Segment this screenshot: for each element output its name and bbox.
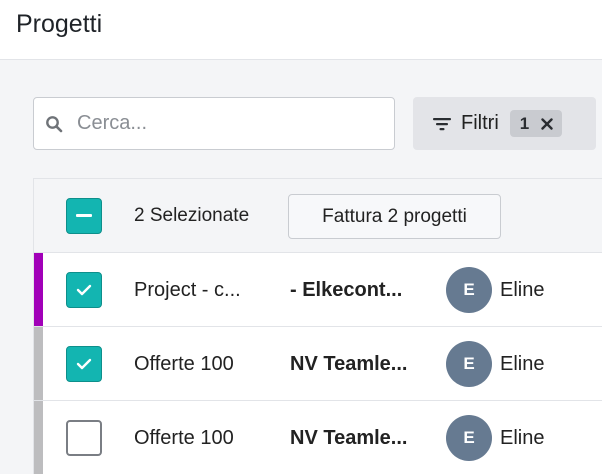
filter-icon [432,116,452,132]
project-name[interactable]: Project - c... [134,279,241,302]
table-row[interactable]: Offerte 100 NV Teamle... E Eline [34,327,602,401]
project-name[interactable]: Offerte 100 [134,353,234,376]
page-title: Progetti [16,10,103,38]
filters-label: Filtri [461,112,499,134]
page-header: Progetti [0,0,602,60]
search-box[interactable] [33,97,395,150]
row-status-stripe [34,327,43,400]
row-checkbox[interactable] [66,420,102,456]
row-checkbox[interactable] [66,272,102,308]
filter-count: 1 [519,113,530,133]
avatar: E [446,267,492,313]
user-name: Eline [500,353,545,375]
row-status-stripe [34,401,43,474]
row-status-stripe [34,253,43,326]
close-icon[interactable] [541,117,553,130]
client-name[interactable]: NV Teamle... [290,427,407,450]
row-checkbox[interactable] [66,346,102,382]
project-name[interactable]: Offerte 100 [134,427,234,450]
projects-table: 2 Selezionate Fattura 2 progetti Project… [33,178,602,474]
selected-count-label: 2 Selezionate [134,205,250,226]
search-input[interactable] [77,112,377,135]
user-name: Eline [500,279,545,301]
user-name: Eline [500,427,545,449]
check-icon [76,358,92,370]
check-icon [76,284,92,296]
avatar: E [446,415,492,461]
filter-count-badge: 1 [509,110,563,137]
select-all-checkbox[interactable] [66,198,102,234]
minus-icon [76,214,92,217]
invoice-projects-button[interactable]: Fattura 2 progetti [288,194,501,239]
client-name[interactable]: - Elkecont... [290,279,402,302]
table-header: 2 Selezionate Fattura 2 progetti [34,179,602,253]
avatar: E [446,341,492,387]
filters-button[interactable]: Filtri 1 [413,97,596,150]
client-name[interactable]: NV Teamle... [290,353,407,376]
table-row[interactable]: Offerte 100 NV Teamle... E Eline [34,401,602,474]
table-row[interactable]: Project - c... - Elkecont... E Eline [34,253,602,327]
search-icon [45,115,63,133]
